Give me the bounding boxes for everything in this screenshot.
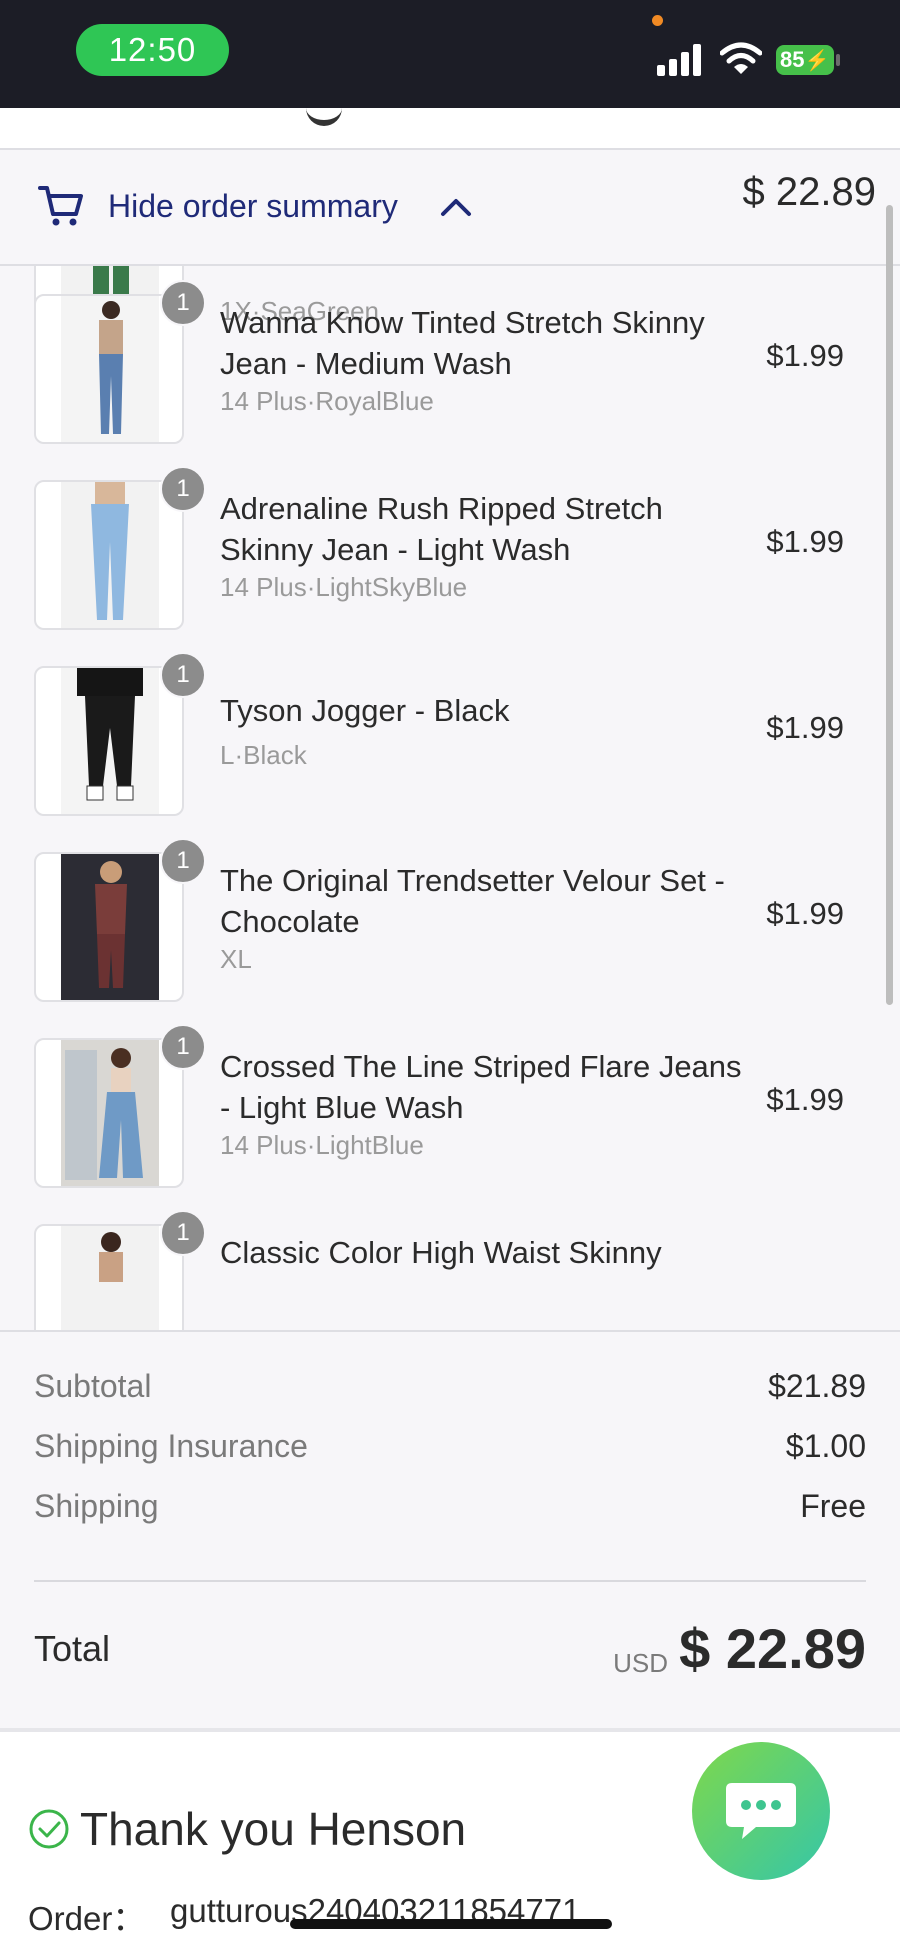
page-top-strip	[0, 108, 900, 150]
battery-cap	[836, 54, 840, 66]
hide-order-summary-label[interactable]: Hide order summary	[108, 188, 398, 225]
item-name: Classic Color High Waist Skinny	[220, 1235, 662, 1270]
item-name: Tyson Jogger - Black	[220, 693, 510, 728]
item-variant: XL	[220, 944, 252, 974]
product-photo	[61, 1226, 159, 1330]
battery-level: 85	[780, 47, 805, 72]
totals-divider	[34, 1580, 866, 1582]
item-name: Wanna Know Tinted Stretch Skinny Jean - …	[220, 305, 705, 381]
quantity-badge: 1	[160, 838, 206, 884]
chevron-up-icon[interactable]	[440, 194, 472, 218]
currency-code: USD	[613, 1648, 668, 1678]
cart-icon	[38, 186, 83, 226]
quantity-badge: 1	[160, 280, 206, 326]
quantity-badge: 1	[160, 466, 206, 512]
subtotal-label: Subtotal	[34, 1368, 152, 1404]
status-time: 12:50	[76, 24, 229, 76]
insurance-value: $1.00	[785, 1428, 866, 1464]
item-variant: 14 Plus·LightSkyBlue	[220, 572, 468, 602]
shipping-row: Shipping Free	[34, 1488, 866, 1525]
insurance-row: Shipping Insurance $1.00	[34, 1428, 866, 1465]
order-totals: Subtotal $21.89 Shipping Insurance $1.00…	[0, 1330, 900, 1730]
item-variant: 14 Plus·RoyalBlue	[220, 386, 434, 416]
list-item: 1 Classic Color High Waist Skinny	[0, 1210, 880, 1330]
status-bar: 12:50 85 ⚡	[0, 0, 900, 108]
item-variant: 14 Plus·LightBlue	[220, 1130, 424, 1160]
list-item: 1 Tyson Jogger - Black L·Black $1.99	[0, 652, 880, 816]
item-price: $1.99	[766, 524, 844, 559]
grand-total: $ 22.89	[679, 1617, 866, 1680]
order-summary-toggle[interactable]: Hide order summary $ 22.89	[0, 150, 900, 266]
subtotal-value: $21.89	[768, 1368, 866, 1404]
cut-off-logo	[306, 102, 342, 126]
list-item: 1 Wanna Know Tinted Stretch Skinny Jean …	[0, 280, 880, 444]
subtotal-row: Subtotal $21.89	[34, 1368, 866, 1405]
chat-bubble-icon	[726, 1783, 796, 1839]
product-photo	[61, 1040, 159, 1186]
product-photo	[61, 296, 159, 442]
item-name: The Original Trendsetter Velour Set - Ch…	[220, 863, 725, 939]
list-item: 1 Crossed The Line Striped Flare Jeans -…	[0, 1024, 880, 1188]
item-price: $1.99	[766, 338, 844, 373]
quantity-badge: 1	[160, 1210, 206, 1256]
product-image	[34, 852, 184, 1002]
chat-button[interactable]	[692, 1742, 830, 1880]
total-label: Total	[34, 1628, 111, 1669]
wifi-icon	[720, 42, 762, 74]
insurance-label: Shipping Insurance	[34, 1428, 308, 1464]
scrollbar[interactable]	[886, 205, 893, 1005]
order-label: Order：	[28, 1900, 146, 1937]
shipping-label: Shipping	[34, 1488, 159, 1524]
product-photo	[61, 668, 159, 814]
item-name: Crossed The Line Striped Flare Jeans - L…	[220, 1049, 742, 1125]
item-price: $1.99	[766, 896, 844, 931]
thank-you-heading: Thank you Henson	[80, 1803, 467, 1855]
product-photo	[61, 854, 159, 1000]
item-variant: L·Black	[220, 740, 307, 770]
check-circle-icon	[29, 1809, 69, 1849]
order-items-list[interactable]: 1X·SeaGreen 1 Wanna Know Tinted Stretch …	[0, 266, 900, 1330]
item-price: $1.99	[766, 710, 844, 745]
battery-icon: 85 ⚡	[776, 45, 834, 75]
item-price: $1.99	[766, 1082, 844, 1117]
product-image	[34, 480, 184, 630]
cellular-signal-icon	[657, 44, 703, 76]
home-indicator[interactable]	[290, 1919, 612, 1929]
summary-total: $ 22.89	[742, 170, 876, 214]
quantity-badge: 1	[160, 1024, 206, 1070]
product-image	[34, 294, 184, 444]
product-image	[34, 1038, 184, 1188]
product-image	[34, 666, 184, 816]
shipping-value: Free	[800, 1488, 866, 1524]
list-item: 1 Adrenaline Rush Ripped Stretch Skinny …	[0, 466, 880, 630]
privacy-indicator-dot	[652, 15, 663, 26]
product-photo	[61, 482, 159, 628]
item-name: Adrenaline Rush Ripped Stretch Skinny Je…	[220, 491, 663, 567]
list-item: 1 The Original Trendsetter Velour Set - …	[0, 838, 880, 1002]
quantity-badge: 1	[160, 652, 206, 698]
